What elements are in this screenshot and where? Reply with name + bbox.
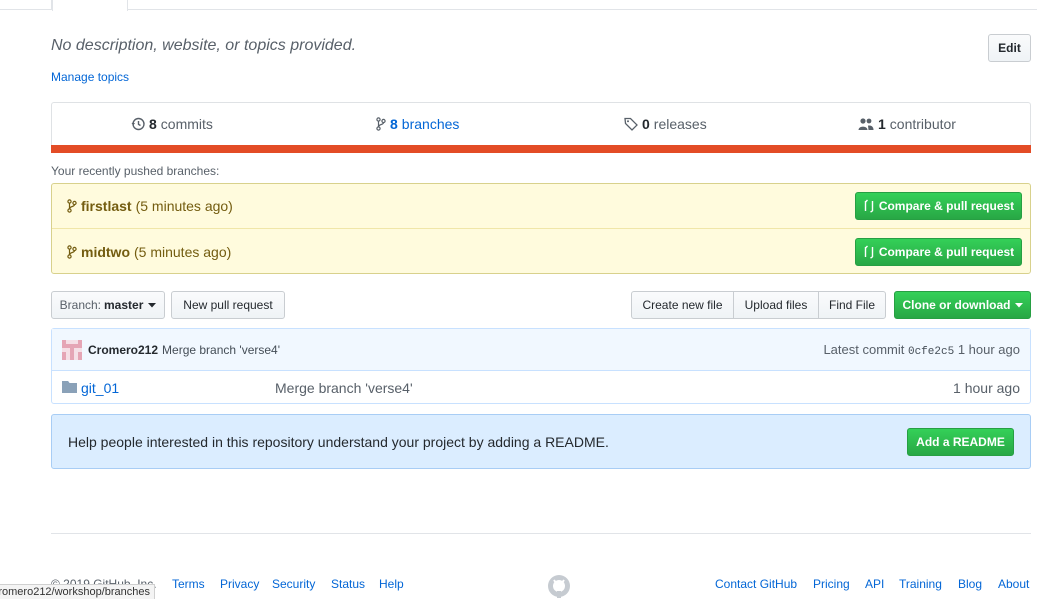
footer-divider (51, 533, 1031, 534)
latest-commit-label: Latest commit (823, 341, 905, 357)
footer-link-terms[interactable]: Terms (172, 577, 205, 591)
repo-tab-active[interactable] (52, 0, 128, 11)
manage-topics-link[interactable]: Manage topics (51, 70, 129, 84)
repo-tab[interactable] (0, 0, 52, 10)
edit-description-button[interactable]: Edit (988, 34, 1031, 62)
recent-branch-row: midtwo (5 minutes ago) Compare & pull re… (52, 229, 1030, 274)
latest-commit-header: Cromero212 Merge branch 'verse4' Latest … (52, 329, 1030, 371)
repo-summary: 8 commits 8 branches 0 releases 1 contri… (51, 102, 1031, 153)
file-commit-message[interactable]: Merge branch 'verse4' (275, 380, 413, 396)
recent-branches-panel: firstlast (5 minutes ago) Compare & pull… (51, 183, 1031, 274)
branch-name: master (104, 298, 144, 312)
file-name-link[interactable]: git_01 (81, 380, 119, 396)
find-file-button[interactable]: Find File (818, 291, 886, 319)
compare-pull-request-button[interactable]: Compare & pull request (855, 237, 1022, 266)
footer-link-api[interactable]: API (865, 577, 884, 591)
recent-branch-time: (5 minutes ago) (134, 243, 232, 260)
branch-select-button[interactable]: Branch: master (51, 291, 165, 319)
commits-count: 8 (149, 116, 157, 132)
new-pull-request-button[interactable]: New pull request (171, 291, 285, 319)
github-logo-icon[interactable] (547, 574, 571, 598)
footer-link-training[interactable]: Training (899, 577, 942, 591)
commits-link[interactable]: 8 commits (131, 116, 213, 132)
recent-branches-title: Your recently pushed branches: (51, 164, 220, 178)
contributors-count: 1 (878, 116, 886, 132)
branches-label: branches (401, 116, 460, 132)
commit-author[interactable]: Cromero212 (88, 343, 158, 357)
footer-link-pricing[interactable]: Pricing (813, 577, 850, 591)
commit-message[interactable]: Merge branch 'verse4' (162, 343, 280, 357)
footer-link-about[interactable]: About (998, 577, 1029, 591)
recent-branch-row: firstlast (5 minutes ago) Compare & pull… (52, 184, 1030, 229)
add-readme-button[interactable]: Add a README (907, 427, 1014, 456)
clone-download-label: Clone or download (902, 298, 1011, 312)
recent-branch-time: (5 minutes ago) (135, 198, 233, 214)
git-compare-icon (864, 199, 874, 213)
footer-link-security[interactable]: Security (272, 577, 315, 591)
file-age: 1 hour ago (953, 379, 1020, 396)
compare-pull-request-label: Compare & pull request (878, 244, 1015, 259)
recent-branch-name[interactable]: midtwo (81, 244, 130, 260)
footer-link-status[interactable]: Status (331, 577, 365, 591)
caret-down-icon (148, 302, 157, 307)
create-new-file-button[interactable]: Create new file (631, 291, 734, 319)
people-icon (858, 118, 874, 130)
caret-down-icon (1014, 302, 1023, 307)
clone-download-button[interactable]: Clone or download (894, 291, 1031, 319)
commits-label: commits (160, 116, 213, 132)
commit-age: 1 hour ago (957, 341, 1020, 357)
branch-prefix: Branch: (59, 298, 101, 312)
repo-tab-strip (0, 0, 1037, 11)
repo-description: No description, website, or topics provi… (51, 37, 357, 54)
avatar[interactable] (62, 339, 82, 360)
tag-icon (624, 117, 638, 131)
branch-icon (376, 117, 386, 131)
releases-label: releases (653, 116, 707, 132)
file-browser: Cromero212 Merge branch 'verse4' Latest … (51, 328, 1031, 404)
latest-commit-info: Latest commit 0cfe2c5 1 hour ago (823, 342, 1020, 358)
branches-link[interactable]: 8 branches (376, 116, 459, 132)
file-row: git_01 Merge branch 'verse4' 1 hour ago (52, 371, 1030, 404)
compare-pull-request-label: Compare & pull request (878, 199, 1015, 213)
branch-icon (67, 199, 77, 213)
releases-link[interactable]: 0 releases (624, 116, 707, 132)
readme-prompt: Help people interested in this repositor… (51, 414, 1031, 469)
readme-prompt-text: Help people interested in this repositor… (68, 433, 609, 450)
file-actions-group: Create new file Upload files Find File (631, 291, 886, 319)
contributors-link[interactable]: 1 contributor (858, 116, 956, 132)
footer-link-privacy[interactable]: Privacy (220, 577, 259, 591)
history-icon (131, 117, 145, 131)
branch-icon (67, 244, 77, 259)
language-bar[interactable] (51, 145, 1031, 153)
branches-count: 8 (390, 116, 398, 132)
releases-count: 0 (642, 116, 650, 132)
footer-link-blog[interactable]: Blog (958, 577, 982, 591)
link-status-bar: github.com/Cromero212/workshop/branches (0, 584, 155, 599)
compare-pull-request-button[interactable]: Compare & pull request (855, 192, 1022, 220)
folder-icon (62, 381, 77, 393)
contributors-label: contributor (889, 116, 956, 132)
git-compare-icon (864, 245, 874, 259)
footer-link-help[interactable]: Help (379, 577, 404, 591)
commit-sha[interactable]: 0cfe2c5 (908, 346, 954, 358)
recent-branch-name[interactable]: firstlast (81, 198, 132, 214)
upload-files-button[interactable]: Upload files (733, 291, 819, 319)
footer-link-contact[interactable]: Contact GitHub (715, 577, 797, 591)
